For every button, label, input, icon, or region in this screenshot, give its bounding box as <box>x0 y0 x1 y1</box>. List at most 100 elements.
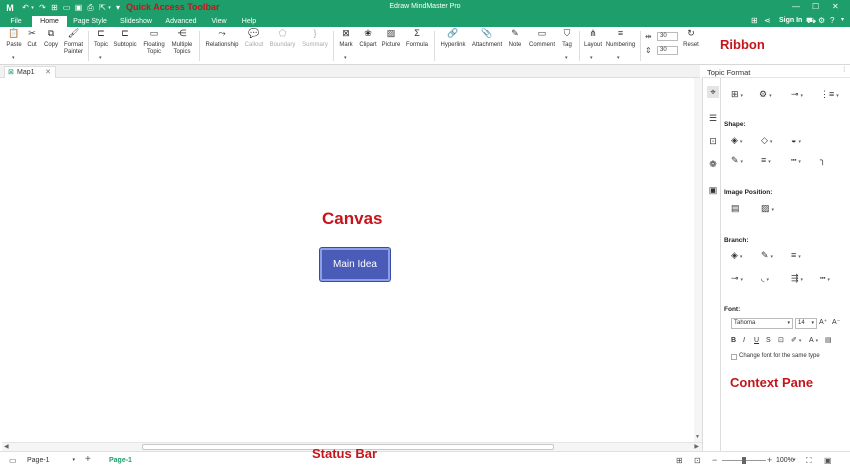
decrease-font-button[interactable]: A⁻ <box>832 317 840 329</box>
text-case-button[interactable]: ⊡ <box>778 335 784 347</box>
reset-button[interactable]: ↻ Reset <box>681 29 701 49</box>
help-icon[interactable]: ? <box>830 16 834 25</box>
border-dash-button[interactable]: ┅ ▾ <box>791 154 801 166</box>
branch-fill-button[interactable]: ◈ ▾ <box>731 249 742 261</box>
multiple-topics-button[interactable]: ⋲ Multiple Topics <box>168 29 196 56</box>
font-family-select[interactable]: Tahoma ▾ <box>731 318 793 329</box>
shadow-button[interactable]: ◒ ▾ <box>791 134 801 146</box>
mark-panel-icon[interactable]: ⊡ <box>707 135 719 147</box>
callout-button[interactable]: 💬 Callout <box>242 29 266 49</box>
fit-width-icon[interactable]: ⊡ <box>694 456 701 465</box>
shape-style-button[interactable]: ◇ ▾ <box>761 134 772 146</box>
fullscreen-icon[interactable]: ⛶ <box>806 456 812 466</box>
clipart-button[interactable]: ❀ Clipart <box>357 29 379 49</box>
document-tab[interactable]: ⊠ Map1 ✕ <box>4 66 56 78</box>
connector-style-button[interactable]: ⊸ ▾ <box>791 88 803 100</box>
layout-button[interactable]: ⋔ Layout <box>582 29 604 49</box>
presentation-icon[interactable]: ▣ <box>824 456 832 465</box>
increase-font-button[interactable]: A⁺ <box>819 317 827 329</box>
comment-button[interactable]: ▭ Comment <box>526 29 558 49</box>
image-left-button[interactable]: ▤ <box>731 202 740 214</box>
share-icon[interactable]: ⋖ <box>764 16 771 25</box>
cart-icon[interactable]: ⛟ <box>806 16 816 26</box>
border-weight-button[interactable]: ≡ ▾ <box>761 154 771 166</box>
text-align-button[interactable]: ▤ <box>825 335 832 347</box>
outline-list-icon[interactable]: ☰ <box>707 112 719 124</box>
tag-button[interactable]: ⛉ Tag <box>559 29 575 49</box>
paste-dropdown-icon[interactable]: ▾ <box>12 55 15 61</box>
border-color-button[interactable]: ✎ ▾ <box>731 154 743 166</box>
main-topic-node[interactable]: Main Idea <box>320 248 390 281</box>
task-panel-icon[interactable]: ▣ <box>707 184 719 196</box>
relationship-button[interactable]: ⤳ Relationship <box>203 29 241 49</box>
scroll-left-icon[interactable]: ◀ <box>4 443 9 450</box>
numbering-style-button[interactable]: ⋮≡ ▾ <box>820 88 839 100</box>
tab-view[interactable]: View <box>207 16 231 27</box>
branch-connector-button[interactable]: ⊸ ▾ <box>731 272 743 284</box>
canvas[interactable]: Canvas Main Idea <box>2 78 694 442</box>
tab-slideshow[interactable]: Slideshow <box>116 16 156 27</box>
close-button[interactable]: ✕ <box>832 2 839 11</box>
branch-arrow-button[interactable]: ⇶ ▾ <box>791 272 803 284</box>
clipart-panel-icon[interactable]: ❁ <box>707 158 719 170</box>
paste-button[interactable]: 📋 Paste <box>4 29 24 49</box>
highlight-button[interactable]: ✐ ▾ <box>791 335 801 347</box>
topic-dropdown-icon[interactable]: ▾ <box>99 55 102 61</box>
font-size-select[interactable]: 14 ▾ <box>795 318 817 329</box>
minimize-button[interactable]: — <box>792 2 800 11</box>
picture-button[interactable]: ▨ Picture <box>380 29 402 49</box>
boundary-button[interactable]: ⬠ Boundary <box>267 29 298 49</box>
cut-button[interactable]: ✂ Cut <box>25 29 39 49</box>
page-tab-active[interactable]: Page-1 <box>109 457 132 464</box>
sign-in-link[interactable]: Sign In <box>779 17 802 24</box>
pin-pane-icon[interactable]: ⫶ <box>843 67 845 75</box>
page-view-icon[interactable]: ▭ <box>9 456 17 465</box>
tab-advanced[interactable]: Advanced <box>162 16 200 27</box>
layout-style-button[interactable]: ⊞ ▾ <box>731 88 743 100</box>
page-select[interactable]: Page-1 ▾ <box>27 455 75 466</box>
layout-dropdown-icon[interactable]: ▾ <box>590 55 593 61</box>
italic-button[interactable]: I <box>743 335 745 347</box>
zoom-dropdown-icon[interactable]: ▾ <box>793 457 796 463</box>
scroll-down-icon[interactable]: ▼ <box>695 434 700 440</box>
underline-button[interactable]: U <box>754 335 759 347</box>
branch-weight-button[interactable]: ≡ ▾ <box>791 249 801 261</box>
copy-button[interactable]: ⧉ Copy <box>41 29 61 49</box>
grid-icon[interactable]: ⊞ <box>751 16 758 25</box>
mark-dropdown-icon[interactable]: ▾ <box>344 55 347 61</box>
mark-button[interactable]: ⊠ Mark <box>336 29 356 49</box>
tab-page-style[interactable]: Page Style <box>70 16 110 27</box>
topic-button[interactable]: ⊏ Topic <box>92 29 110 49</box>
zoom-out-button[interactable]: − <box>712 455 717 465</box>
branch-curve-button[interactable]: ◟ ▾ <box>761 272 769 284</box>
tag-dropdown-icon[interactable]: ▾ <box>565 55 568 61</box>
tab-home[interactable]: Home <box>32 16 67 27</box>
numbering-dropdown-icon[interactable]: ▾ <box>617 55 620 61</box>
change-font-checkbox[interactable] <box>731 354 737 360</box>
close-tab-icon[interactable]: ✕ <box>45 67 51 78</box>
zoom-slider-thumb[interactable] <box>742 457 746 464</box>
font-color-button[interactable]: A ▾ <box>809 335 818 347</box>
zoom-in-button[interactable]: + <box>767 455 772 465</box>
vertical-scrollbar[interactable]: ▼ <box>694 78 702 442</box>
gear-icon[interactable]: ⚙ <box>818 16 825 25</box>
corner-style-button[interactable]: ╮ <box>820 154 825 166</box>
note-button[interactable]: ✎ Note <box>506 29 524 49</box>
attachment-button[interactable]: 📎 Attachment <box>470 29 504 49</box>
fill-color-button[interactable]: ◈ ▾ <box>731 134 742 146</box>
format-painter-button[interactable]: 🖌 Format Painter <box>62 29 85 56</box>
maximize-button[interactable]: ☐ <box>812 2 819 11</box>
horizontal-spacing-field[interactable]: 30 <box>657 32 678 41</box>
format-brush-icon[interactable]: ⌖ <box>707 86 719 98</box>
vertical-spacing-field[interactable]: 30 <box>657 46 678 55</box>
tab-file[interactable]: File <box>5 16 27 27</box>
strikethrough-button[interactable]: S <box>766 335 771 347</box>
branch-dash-button[interactable]: ┅ ▾ <box>820 272 830 284</box>
structure-style-button[interactable]: ⚙ ▾ <box>759 88 772 100</box>
floating-topic-button[interactable]: ▭ Floating Topic <box>141 29 167 56</box>
branch-line-color-button[interactable]: ✎ ▾ <box>761 249 773 261</box>
subtopic-button[interactable]: ⊏ Subtopic <box>111 29 139 49</box>
hyperlink-button[interactable]: 🔗 Hyperlink <box>438 29 468 49</box>
add-page-button[interactable]: + <box>85 454 91 465</box>
zoom-level[interactable]: 100% <box>776 457 794 464</box>
